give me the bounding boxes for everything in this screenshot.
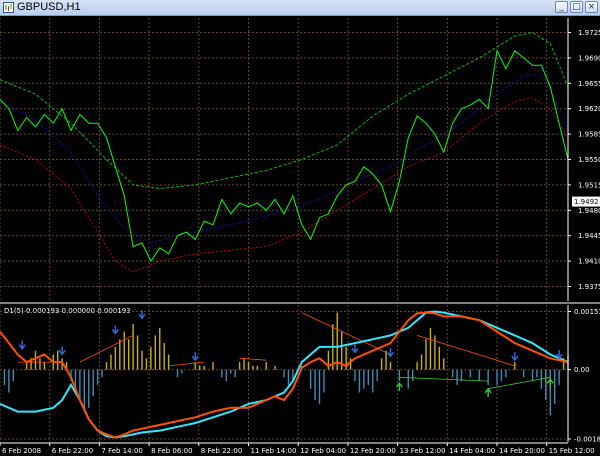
chart-window: GBPUSD,H1 _ □ × 1.9725 1.9690 1.9655 1.9620… bbox=[0, 0, 600, 456]
close-button[interactable]: × bbox=[585, 1, 598, 13]
time-tick-label: 14 Feb 20:00 bbox=[499, 447, 545, 455]
time-tick-label: 8 Feb 22:00 bbox=[201, 447, 242, 455]
price-tick-label: 1.9620 bbox=[578, 105, 600, 113]
time-tick-label: 11 Feb 14:00 bbox=[251, 447, 297, 455]
main-grid bbox=[0, 18, 568, 301]
arrow-down-icon bbox=[191, 352, 199, 362]
time-axis: 6 Feb 2008 6 Feb 22:00 7 Feb 14:00 8 Feb 06… bbox=[0, 442, 595, 455]
arrow-down-icon bbox=[511, 352, 519, 362]
price-chart[interactable]: 1.9725 1.9690 1.9655 1.9620 1.9585 1.9550 1.95… bbox=[0, 16, 600, 456]
indicator-tick-label: 0.00153 bbox=[574, 308, 600, 316]
time-tick-label: 12 Feb 20:00 bbox=[350, 447, 396, 455]
time-tick-label: 8 Feb 06:00 bbox=[151, 447, 192, 455]
arrow-up-icon bbox=[546, 378, 554, 388]
indicator-tick-label: -0.00182 bbox=[574, 435, 600, 443]
arrow-down-icon bbox=[58, 346, 66, 356]
time-tick-label: 6 Feb 22:00 bbox=[52, 447, 93, 455]
minimize-button[interactable]: _ bbox=[555, 1, 568, 13]
price-tick-label: 1.9550 bbox=[578, 156, 600, 164]
indicator-label: D1(5) 0.000193 0.000000 0.000193 bbox=[4, 307, 131, 315]
main-price-axis: 1.9725 1.9690 1.9655 1.9620 1.9585 1.9550 1.95… bbox=[567, 18, 600, 301]
time-tick-label: 14 Feb 04:00 bbox=[449, 447, 495, 455]
price-tick-label: 1.9585 bbox=[578, 131, 600, 139]
price-line bbox=[0, 49, 569, 263]
indicator-histogram bbox=[3, 312, 569, 416]
title-bar[interactable]: GBPUSD,H1 _ □ × bbox=[0, 0, 600, 16]
time-tick-label: 12 Feb 04:00 bbox=[300, 447, 346, 455]
current-price-label: 1.9492 bbox=[574, 198, 599, 206]
chart-icon bbox=[3, 2, 14, 13]
upper-band-line bbox=[0, 31, 569, 190]
price-tick-label: 1.9375 bbox=[578, 283, 600, 291]
price-tick-label: 1.9480 bbox=[578, 207, 600, 215]
price-tick-label: 1.9410 bbox=[578, 258, 600, 266]
price-tick-label: 1.9690 bbox=[578, 54, 600, 62]
price-tick-label: 1.9655 bbox=[578, 80, 600, 88]
middle-band-line bbox=[0, 73, 569, 244]
time-tick-label: 13 Feb 12:00 bbox=[400, 447, 446, 455]
price-tick-label: 1.9725 bbox=[578, 29, 600, 37]
maximize-button[interactable]: □ bbox=[570, 1, 583, 13]
time-tick-label: 6 Feb 2008 bbox=[2, 447, 41, 455]
time-tick-label: 7 Feb 14:00 bbox=[101, 447, 142, 455]
arrow-up-icon bbox=[484, 387, 492, 397]
arrow-down-icon bbox=[111, 325, 119, 335]
trend-line bbox=[79, 335, 134, 363]
price-tick-label: 1.9515 bbox=[578, 181, 600, 189]
indicator-tick-label: 0.00 bbox=[574, 366, 590, 374]
arrow-down-icon bbox=[18, 340, 26, 350]
window-title: GBPUSD,H1 bbox=[17, 1, 81, 13]
indicator-axis: 0.00153 0.00 -0.00182 bbox=[567, 305, 600, 443]
arrow-down-icon bbox=[351, 344, 359, 354]
time-tick-label: 15 Feb 12:00 bbox=[549, 447, 595, 455]
price-tick-label: 1.9445 bbox=[578, 232, 600, 240]
arrow-down-icon bbox=[386, 348, 395, 358]
trend-line bbox=[416, 335, 515, 367]
